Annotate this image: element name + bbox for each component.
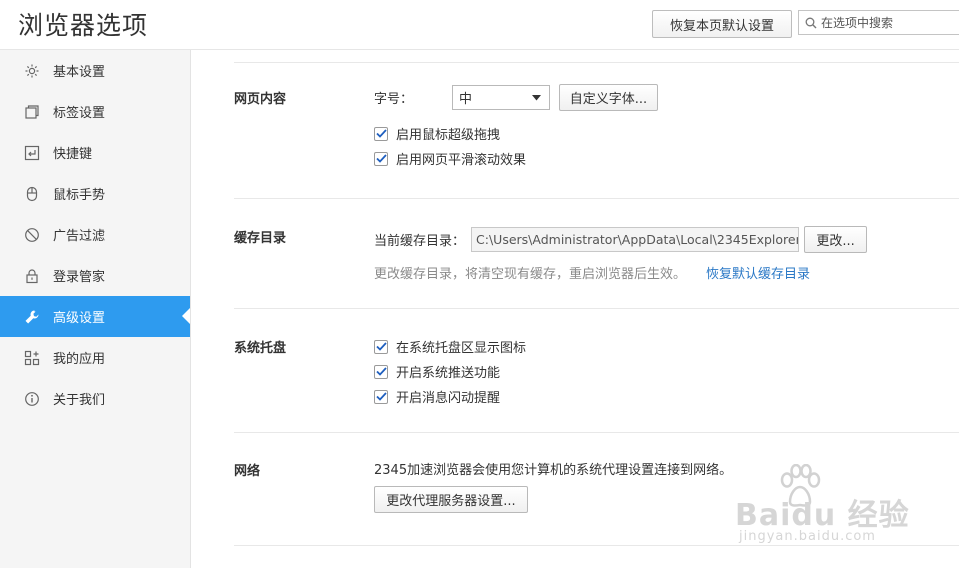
- proxy-row: 更改代理服务器设置...: [374, 486, 528, 513]
- restore-defaults-button[interactable]: 恢复本页默认设置: [652, 10, 792, 38]
- section-cache: 缓存目录 当前缓存目录： C:\Users\Administrator\AppD…: [234, 198, 959, 308]
- sidebar-item-my-apps[interactable]: 我的应用: [0, 337, 190, 378]
- watermark-url: jingyan.baidu.com: [739, 529, 876, 544]
- search-box[interactable]: [798, 10, 959, 35]
- change-cache-button[interactable]: 更改...: [804, 226, 868, 253]
- tabs-icon: [24, 104, 40, 120]
- sidebar-item-label: 标签设置: [53, 106, 106, 121]
- checkbox-tray-icon[interactable]: [374, 339, 388, 354]
- sidebar-item-adblock[interactable]: 广告过滤: [0, 214, 190, 255]
- shortcut-icon: [24, 145, 40, 161]
- sidebar-item-label: 我的应用: [53, 352, 106, 367]
- font-size-label: 字号：: [374, 92, 414, 107]
- checkbox-row[interactable]: 在系统托盘区显示图标: [374, 337, 526, 356]
- checkbox-row[interactable]: 开启消息闪动提醒: [374, 387, 500, 406]
- checkbox-push[interactable]: [374, 364, 388, 379]
- checkbox-row[interactable]: 启用鼠标超级拖拽: [374, 124, 500, 143]
- font-size-select[interactable]: 中: [452, 85, 550, 110]
- dropdown-arrow-icon: [532, 94, 541, 100]
- sidebar-item-basic[interactable]: 基本设置: [0, 50, 190, 91]
- sidebar-item-tabs[interactable]: 标签设置: [0, 91, 190, 132]
- checkbox-row[interactable]: 开启系统推送功能: [374, 362, 500, 381]
- checkmark-icon: [375, 342, 387, 351]
- checkbox-smooth-scroll[interactable]: [374, 151, 388, 166]
- checkbox-label: 开启消息闪动提醒: [396, 391, 501, 406]
- section-title: 缓存目录: [234, 231, 287, 246]
- sidebar-item-label: 快捷键: [53, 147, 93, 162]
- section-web-content: 网页内容 字号： 中 自定义字体... 启用鼠标超级拖拽 启用网页平滑滚动效果: [234, 62, 959, 198]
- section-title: 网页内容: [234, 92, 287, 107]
- sidebar-item-label: 高级设置: [53, 311, 106, 326]
- block-icon: [24, 227, 40, 243]
- sidebar-item-mouse-gestures[interactable]: 鼠标手势: [0, 173, 190, 214]
- network-description: 2345加速浏览器会使用您计算机的系统代理设置连接到网络。: [374, 463, 733, 478]
- sidebar-item-label: 基本设置: [53, 65, 106, 80]
- cache-path-row: 当前缓存目录： C:\Users\Administrator\AppData\L…: [374, 226, 868, 253]
- cache-hint-text: 更改缓存目录，将清空现有缓存，重启浏览器后生效。: [374, 267, 687, 282]
- custom-font-button[interactable]: 自定义字体...: [559, 84, 658, 111]
- checkmark-icon: [375, 154, 387, 163]
- cache-hint-row: 更改缓存目录，将清空现有缓存，重启浏览器后生效。 恢复默认缓存目录: [374, 263, 810, 282]
- section-title: 网络: [234, 464, 261, 479]
- header: 浏览器选项 恢复本页默认设置: [0, 0, 959, 50]
- wrench-icon: [24, 309, 40, 325]
- search-icon: [805, 17, 817, 28]
- checkmark-icon: [375, 392, 387, 401]
- sidebar-item-label: 关于我们: [53, 393, 106, 408]
- cache-path-label: 当前缓存目录：: [374, 234, 466, 249]
- restore-cache-link[interactable]: 恢复默认缓存目录: [706, 263, 810, 282]
- sidebar-item-label: 登录管家: [53, 270, 106, 285]
- proxy-settings-button[interactable]: 更改代理服务器设置...: [374, 486, 528, 513]
- sidebar-item-shortcuts[interactable]: 快捷键: [0, 132, 190, 173]
- baidu-watermark: Baidu 经验 jingyan.baidu.com: [735, 462, 915, 552]
- info-icon: [24, 391, 40, 407]
- checkmark-icon: [375, 367, 387, 376]
- apps-icon: [24, 350, 40, 366]
- font-size-row: 字号：: [374, 88, 413, 107]
- checkbox-label: 启用网页平滑滚动效果: [396, 153, 527, 168]
- page-title: 浏览器选项: [18, 11, 149, 40]
- section-system-tray: 系统托盘 在系统托盘区显示图标 开启系统推送功能 开启消息闪动提醒: [234, 308, 959, 432]
- checkbox-label: 开启系统推送功能: [396, 366, 501, 381]
- mouse-icon: [24, 186, 40, 202]
- sidebar-item-login-manager[interactable]: 登录管家: [0, 255, 190, 296]
- checkbox-flash-alert[interactable]: [374, 389, 388, 404]
- gear-icon: [24, 63, 40, 79]
- sidebar: 基本设置 标签设置 快捷键 鼠标手势 广告过滤 登录管家 高级设置 我的应用 关…: [0, 50, 191, 568]
- sidebar-item-label: 鼠标手势: [53, 188, 106, 203]
- checkbox-row[interactable]: 启用网页平滑滚动效果: [374, 149, 526, 168]
- sidebar-item-label: 广告过滤: [53, 229, 106, 244]
- sidebar-item-about[interactable]: 关于我们: [0, 378, 190, 419]
- watermark-brand: Baidu 经验: [735, 498, 910, 533]
- checkmark-icon: [375, 129, 387, 138]
- cache-path-field[interactable]: C:\Users\Administrator\AppData\Local\234…: [471, 227, 800, 252]
- font-size-value: 中: [459, 92, 473, 107]
- sidebar-item-advanced[interactable]: 高级设置: [0, 296, 190, 337]
- checkbox-label: 在系统托盘区显示图标: [396, 341, 527, 356]
- lock-icon: [24, 268, 40, 284]
- checkbox-super-drag[interactable]: [374, 126, 388, 141]
- network-description-row: 2345加速浏览器会使用您计算机的系统代理设置连接到网络。: [374, 459, 732, 478]
- search-input[interactable]: [821, 15, 959, 30]
- font-size-controls: 中 自定义字体...: [412, 84, 658, 111]
- checkbox-label: 启用鼠标超级拖拽: [396, 128, 501, 143]
- section-title: 系统托盘: [234, 341, 287, 356]
